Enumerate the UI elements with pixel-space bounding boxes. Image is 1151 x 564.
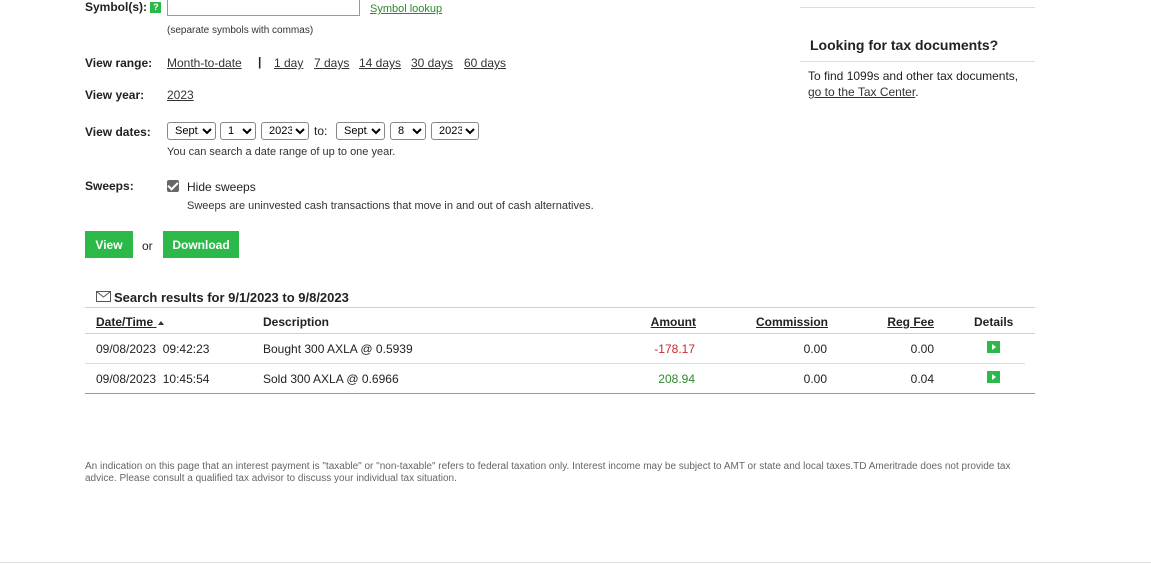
row1-commission: 0.00: [803, 342, 827, 356]
row1-divider: [85, 363, 1025, 364]
envelope-icon: [96, 291, 111, 302]
to-label: to:: [314, 124, 328, 138]
to-year-select[interactable]: 2023: [431, 122, 479, 140]
row1-description: Bought 300 AXLA @ 0.5939: [263, 342, 413, 356]
disclaimer: An indication on this page that an inter…: [85, 461, 1011, 484]
to-month-select[interactable]: Sept.: [336, 122, 385, 140]
symbol-label-text: Symbol(s):: [85, 0, 148, 14]
symbol-label: Symbol(s): ?: [85, 0, 162, 14]
col-reg-fee[interactable]: Reg Fee: [887, 315, 934, 329]
from-year-select[interactable]: 2023: [261, 122, 309, 140]
col-commission[interactable]: Commission: [756, 315, 828, 329]
tax-link-suffix: .: [915, 85, 919, 99]
from-month-select[interactable]: Sept.: [167, 122, 216, 140]
table-bottom-divider: [85, 393, 1035, 394]
view-year-label: View year:: [85, 88, 145, 102]
header-divider: [85, 333, 1035, 334]
range-separator: |: [258, 55, 262, 69]
hide-sweeps-checkbox[interactable]: [167, 180, 179, 192]
row2-amount: 208.94: [658, 372, 695, 386]
view-range-label: View range:: [85, 56, 153, 70]
sweeps-label: Sweeps:: [85, 179, 134, 193]
range-7-days[interactable]: 7 days: [314, 56, 349, 70]
or-text: or: [142, 239, 153, 253]
hide-sweeps-label[interactable]: Hide sweeps: [187, 180, 256, 194]
row2-description: Sold 300 AXLA @ 0.6966: [263, 372, 399, 386]
col-amount[interactable]: Amount: [651, 315, 696, 329]
symbol-hint: (separate symbols with commas): [167, 25, 314, 36]
results-title: Search results for 9/1/2023 to 9/8/2023: [114, 290, 349, 305]
from-day-select[interactable]: 1: [220, 122, 256, 140]
view-dates-label: View dates:: [85, 125, 151, 139]
range-30-days[interactable]: 30 days: [411, 56, 453, 70]
symbol-lookup-link[interactable]: Symbol lookup: [370, 3, 442, 15]
row1-reg-fee: 0.00: [910, 342, 934, 356]
footer-divider: [0, 562, 1151, 563]
col-datetime-label: Date/Time: [96, 315, 154, 329]
row2-reg-fee: 0.04: [910, 372, 934, 386]
view-year-link[interactable]: 2023: [167, 88, 194, 102]
view-button[interactable]: View: [85, 231, 133, 258]
range-60-days[interactable]: 60 days: [464, 56, 506, 70]
row2-commission: 0.00: [803, 372, 827, 386]
tax-center-link[interactable]: go to the Tax Center: [808, 85, 915, 99]
sort-ascending-icon: [158, 320, 165, 325]
range-month-to-date[interactable]: Month-to-date: [167, 56, 242, 70]
tax-documents-text: To find 1099s and other tax documents, g…: [808, 68, 1033, 100]
sweeps-hint: Sweeps are uninvested cash transactions …: [187, 200, 594, 212]
tax-documents-title: Looking for tax documents?: [810, 37, 999, 53]
sidebar-divider: [800, 61, 1035, 62]
tax-text: To find 1099s and other tax documents,: [808, 69, 1019, 83]
results-top-divider: [85, 307, 1035, 308]
to-day-select[interactable]: 8: [390, 122, 426, 140]
range-1-day[interactable]: 1 day: [274, 56, 303, 70]
row1-details-play-icon[interactable]: [987, 341, 1000, 353]
range-14-days[interactable]: 14 days: [359, 56, 401, 70]
col-details: Details: [974, 315, 1014, 329]
sidebar-top-divider: [800, 7, 1035, 8]
row2-datetime: 09/08/2023 10:45:54: [96, 372, 210, 386]
date-range-hint: You can search a date range of up to one…: [167, 146, 396, 158]
symbol-input[interactable]: [167, 0, 360, 16]
row2-details-play-icon[interactable]: [987, 371, 1000, 383]
col-description: Description: [263, 315, 330, 329]
col-datetime[interactable]: Date/Time: [96, 315, 165, 329]
row1-amount: -178.17: [654, 342, 695, 356]
help-icon[interactable]: ?: [150, 2, 162, 14]
row1-datetime: 09/08/2023 09:42:23: [96, 342, 210, 356]
download-button[interactable]: Download: [163, 231, 239, 258]
